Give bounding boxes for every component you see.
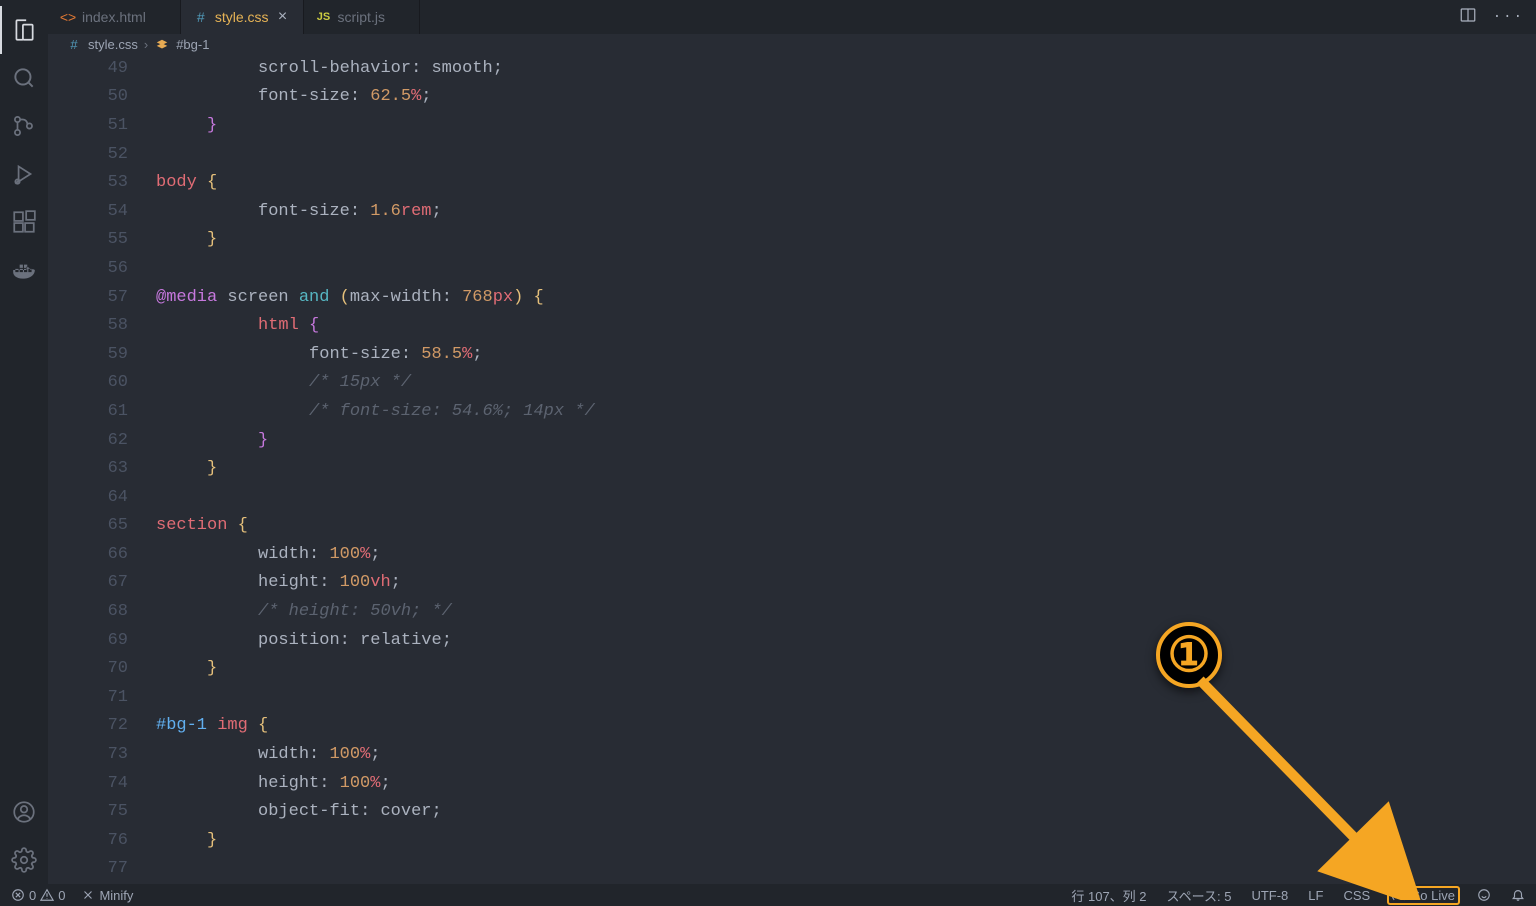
file-icon: # [193,9,209,25]
gutter: 4950515253545556575859606162636465666768… [48,55,156,884]
tab-bar: <>index.html×#style.css×JSscript.js× ··· [48,0,1536,34]
status-bell-icon[interactable] [1508,888,1528,902]
status-minify[interactable]: Minify [78,888,136,903]
accounts-icon[interactable] [0,788,48,836]
extensions-icon[interactable] [0,198,48,246]
file-icon: <> [60,9,76,25]
tab-style-css[interactable]: # style.css × [181,0,304,34]
field-icon [154,37,170,53]
breadcrumb-file: style.css [88,37,138,52]
explorer-icon[interactable] [0,6,48,54]
tab-index-html[interactable]: <>index.html× [48,0,181,34]
docker-icon[interactable] [0,246,48,294]
breadcrumbs[interactable]: # style.css › #bg-1 [48,34,1536,55]
close-icon[interactable]: × [275,8,291,26]
tab-script-js[interactable]: JSscript.js× [304,0,420,34]
status-line-col[interactable]: 行 107、列 2 [1068,886,1149,905]
search-icon[interactable] [0,54,48,102]
more-actions-icon[interactable]: ··· [1493,9,1524,25]
status-problems[interactable]: 0 0 [8,888,68,903]
source-control-icon[interactable] [0,102,48,150]
tab-label: style.css [215,9,269,25]
split-editor-icon[interactable] [1459,6,1477,29]
activity-bar [0,0,48,884]
breadcrumb-symbol: #bg-1 [176,37,209,52]
tab-label: script.js [338,9,385,25]
settings-gear-icon[interactable] [0,836,48,884]
status-feedback-icon[interactable] [1474,888,1494,902]
tab-label: index.html [82,9,146,25]
minimap[interactable] [1456,55,1536,884]
css-file-icon: # [66,37,82,53]
chevron-right-icon: › [144,37,148,52]
annotation-arrow [1170,660,1450,900]
run-debug-icon[interactable] [0,150,48,198]
file-icon: JS [316,9,332,25]
